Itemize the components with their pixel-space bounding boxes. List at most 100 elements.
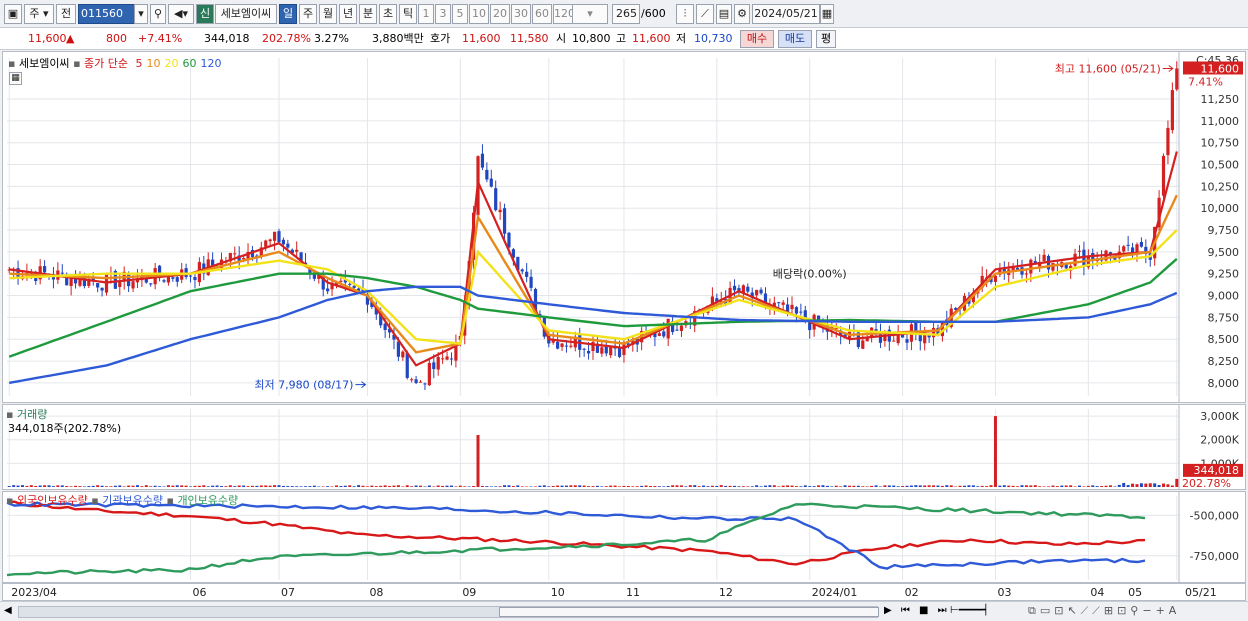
volume-bar <box>848 485 852 487</box>
volume-bar <box>69 486 73 487</box>
interval-tab[interactable]: 1 <box>418 4 434 24</box>
volume-bar <box>432 486 436 487</box>
period-tab[interactable]: 초 <box>379 4 397 24</box>
prev-button[interactable]: 전 <box>56 4 76 24</box>
volume-bar <box>25 485 29 487</box>
legend-ma-10[interactable]: 10 <box>147 57 161 70</box>
period-tab[interactable]: 분 <box>359 4 377 24</box>
market-select[interactable]: 주 ▾ <box>24 4 54 24</box>
volume-bar <box>644 485 648 487</box>
legend-ma-5[interactable]: 5 <box>136 57 143 70</box>
candle <box>600 347 604 354</box>
period-tab[interactable]: 틱 <box>399 4 417 24</box>
save-icon[interactable]: ▤ <box>716 4 732 24</box>
volume-bar <box>657 486 661 487</box>
line-tool-icon[interactable]: ⟋ <box>696 4 714 24</box>
volume-bar <box>1002 485 1006 487</box>
gear-icon[interactable]: ⚙ <box>734 4 750 24</box>
playback-controls[interactable]: ▶ ⏮ ■ ⏭ <box>884 605 950 616</box>
volume-chart[interactable]: 1,000K2,000K3,000K344,018202.78% <box>3 405 1245 490</box>
stock-code-input[interactable]: 011560 <box>78 4 136 24</box>
date-input[interactable]: 2024/05/21 <box>752 4 820 24</box>
volume-bar <box>211 485 215 487</box>
sell-button[interactable]: 매도 <box>778 30 812 48</box>
holding-legend-marker: ▪ <box>6 494 17 507</box>
volume-bar <box>379 485 383 487</box>
y-tick-label: 11,000 <box>1201 115 1240 128</box>
buy-button[interactable]: 매수 <box>740 30 774 48</box>
volume-bar <box>1091 485 1095 487</box>
volume-bar <box>684 486 688 487</box>
count-input[interactable]: 265 <box>612 4 640 24</box>
holding-legend-item[interactable]: 개인보유수량 <box>177 494 238 507</box>
candle <box>1126 244 1130 246</box>
bottom-scrollbar[interactable]: ◀ ▶ ⏮ ■ ⏭ ⊢━━━━┥ ⧉▭⊡↖⟋⟋⊞⊡⚲−+A <box>0 601 1248 621</box>
scroll-track[interactable] <box>18 606 879 618</box>
price-legend: ▪ 세보엠이씨 ▪ 종가 단순 5 10 20 60 120 <box>8 55 222 71</box>
volume-bar <box>887 485 891 487</box>
interval-tab[interactable]: 3 <box>435 4 451 24</box>
open-value: 10,800 <box>572 32 611 45</box>
interval-tab[interactable]: 30 <box>511 4 531 24</box>
interval-dropdown[interactable]: ▾ <box>572 4 608 24</box>
volume-bar <box>817 485 821 487</box>
code-dropdown-icon[interactable]: ▾ <box>134 4 148 24</box>
period-tab[interactable]: 년 <box>339 4 357 24</box>
volume-bar <box>901 486 905 487</box>
quote-bar: 11,600 ▲ 800 +7.41% 344,018 202.78% 3.27… <box>0 28 1248 50</box>
eval-button[interactable]: 평 <box>816 30 836 48</box>
volume-bar <box>273 485 277 487</box>
interval-tab[interactable]: 120 <box>553 4 575 24</box>
window-menu-icon[interactable]: ▣ <box>4 4 22 24</box>
stock-name-field[interactable]: 세보엠이씨 <box>215 4 277 24</box>
candle <box>507 232 511 248</box>
volume-bar <box>78 486 82 487</box>
volume-bar <box>587 486 591 487</box>
volume-bar <box>759 486 763 487</box>
volume-bar <box>277 485 281 487</box>
legend-ma-60[interactable]: 60 <box>183 57 197 70</box>
candle <box>582 348 586 350</box>
candle <box>441 358 445 360</box>
period-tab[interactable]: 주 <box>299 4 317 24</box>
volume-bar <box>87 486 91 487</box>
interval-tab[interactable]: 10 <box>469 4 489 24</box>
volume-bar <box>1007 485 1011 487</box>
volume-bar <box>494 486 498 487</box>
volume-bar <box>1148 483 1152 487</box>
legend-ma-20[interactable]: 20 <box>165 57 179 70</box>
candle-type-icon[interactable]: ⫶ <box>676 4 694 24</box>
candle <box>42 266 47 273</box>
candle <box>861 340 865 349</box>
holding-legend-item[interactable]: 기관보유수량 <box>102 494 163 507</box>
scroll-left-icon[interactable]: ◀ <box>4 605 12 616</box>
price-chart[interactable]: 8,000 8,250 8,500 8,750 9,000 9,250 9,500 9,750… <box>3 52 1245 402</box>
zoom-slider[interactable]: ⊢━━━━┥ <box>950 605 989 616</box>
interval-tab[interactable]: 60 <box>532 4 552 24</box>
holding-legend-item[interactable]: 외국인보유수량 <box>17 494 88 507</box>
interval-tab[interactable]: 5 <box>452 4 468 24</box>
volume-bar <box>520 486 524 487</box>
speaker-icon[interactable]: ◀▾ <box>168 4 194 24</box>
volume-bar <box>772 485 776 487</box>
calendar-icon[interactable]: ▦ <box>820 4 834 24</box>
candle <box>352 285 356 288</box>
volume-bar <box>374 486 378 487</box>
scroll-thumb[interactable] <box>499 607 879 617</box>
period-tab[interactable]: 월 <box>319 4 337 24</box>
drawing-tools-icons[interactable]: ⧉▭⊡↖⟋⟋⊞⊡⚲−+A <box>1028 604 1180 618</box>
volume-bar <box>485 486 489 487</box>
legend-ma-120[interactable]: 120 <box>201 57 222 70</box>
legend-marker-2: ▪ <box>73 57 85 70</box>
volume-bar <box>427 485 431 487</box>
volume-bar <box>144 485 148 487</box>
volume-bar <box>34 486 38 487</box>
volume-bar <box>963 485 967 487</box>
interval-tab[interactable]: 20 <box>490 4 510 24</box>
candle <box>781 302 785 305</box>
search-icon[interactable]: ⚲ <box>150 4 166 24</box>
volume-bar <box>618 486 622 487</box>
volume-bar <box>206 486 210 487</box>
grid-toggle-icon[interactable]: ▦ <box>9 72 22 85</box>
period-tab[interactable]: 일 <box>279 4 297 24</box>
